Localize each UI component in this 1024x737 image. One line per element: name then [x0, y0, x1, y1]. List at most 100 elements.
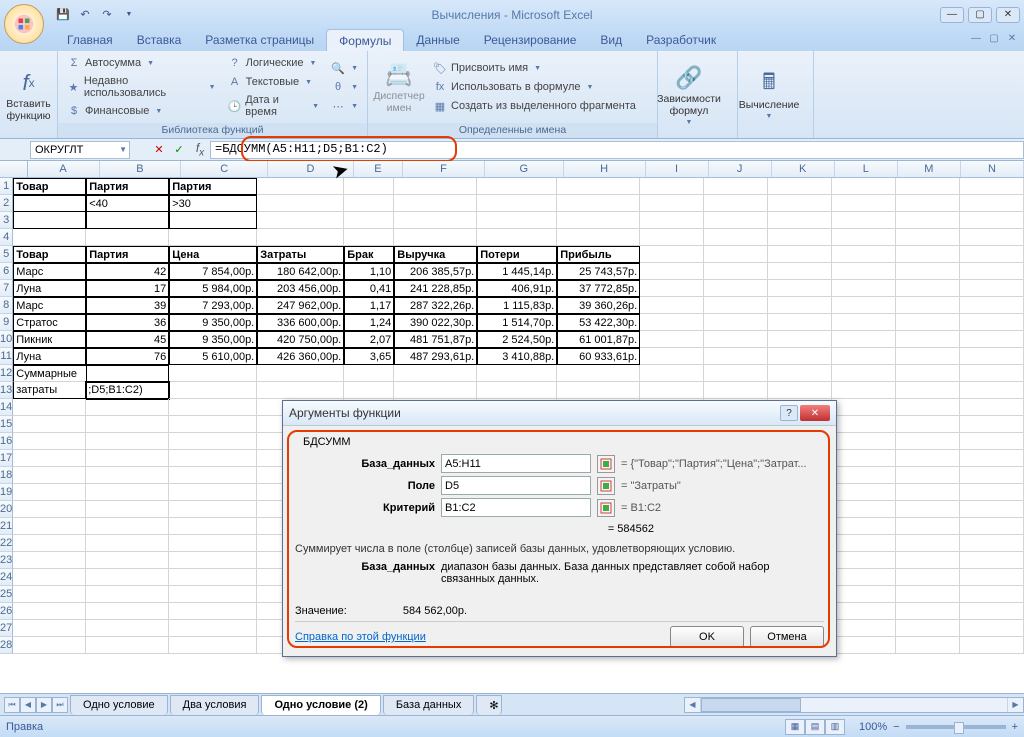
range-picker-icon[interactable] — [597, 477, 615, 495]
cell[interactable]: 420 750,00р. — [257, 331, 344, 348]
cell[interactable] — [257, 229, 344, 246]
cell[interactable] — [557, 365, 640, 382]
cell[interactable] — [169, 467, 257, 484]
column-header[interactable]: I — [646, 161, 709, 177]
cell[interactable] — [640, 365, 704, 382]
cell[interactable] — [557, 229, 640, 246]
cell[interactable] — [557, 212, 640, 229]
column-header[interactable]: F — [403, 161, 485, 177]
cell[interactable] — [557, 178, 640, 195]
cell[interactable] — [960, 195, 1024, 212]
cell[interactable] — [896, 637, 960, 654]
cell[interactable] — [169, 603, 257, 620]
more-functions-button[interactable]: ⋯▼ — [327, 97, 362, 115]
cell[interactable] — [86, 212, 169, 229]
cell[interactable] — [960, 467, 1024, 484]
cell[interactable] — [960, 263, 1024, 280]
undo-icon[interactable]: ↶ — [77, 7, 93, 23]
ribbon-tab-вид[interactable]: Вид — [588, 29, 634, 51]
sheet-tab[interactable]: Одно условие — [70, 695, 168, 715]
cell[interactable] — [477, 195, 557, 212]
cell[interactable]: 426 360,00р. — [257, 348, 344, 365]
cell[interactable] — [640, 382, 704, 399]
insert-function-fx-button[interactable]: fx — [190, 141, 210, 159]
cell[interactable] — [960, 382, 1024, 399]
dialog-help-button[interactable]: ? — [780, 405, 798, 421]
cell[interactable] — [344, 365, 394, 382]
cell[interactable]: 1 514,70р. — [477, 314, 557, 331]
column-header[interactable]: D — [268, 161, 354, 177]
cell[interactable]: 45 — [86, 331, 169, 348]
sheet-tab[interactable]: Два условия — [170, 695, 260, 715]
cell[interactable] — [960, 416, 1024, 433]
cell[interactable] — [86, 535, 169, 552]
cell[interactable] — [704, 178, 768, 195]
save-icon[interactable]: 💾 — [55, 7, 71, 23]
cell[interactable]: 481 751,87р. — [394, 331, 477, 348]
cell[interactable] — [960, 433, 1024, 450]
cell[interactable] — [960, 484, 1024, 501]
cell[interactable] — [169, 365, 257, 382]
cell[interactable] — [960, 331, 1024, 348]
cell[interactable] — [169, 433, 257, 450]
cell[interactable] — [704, 348, 768, 365]
cell[interactable]: Товар — [13, 178, 86, 195]
normal-view-button[interactable]: ▦ — [785, 719, 805, 735]
cell[interactable] — [477, 365, 557, 382]
cell[interactable]: 9 350,00р. — [169, 331, 257, 348]
cell[interactable]: 247 962,00р. — [257, 297, 344, 314]
cell[interactable] — [768, 280, 832, 297]
logical-button[interactable]: ?Логические▼ — [224, 54, 323, 72]
redo-icon[interactable]: ↷ — [99, 7, 115, 23]
cell[interactable]: 287 322,26р. — [394, 297, 477, 314]
cell[interactable] — [896, 586, 960, 603]
cell[interactable]: 5 610,00р. — [169, 348, 257, 365]
cell[interactable] — [13, 637, 86, 654]
row-header[interactable]: 22 — [0, 535, 13, 552]
cell[interactable] — [704, 263, 768, 280]
ribbon-tab-вставка[interactable]: Вставка — [125, 29, 194, 51]
page-break-view-button[interactable]: ▥ — [825, 719, 845, 735]
minimize-button[interactable]: — — [940, 7, 964, 23]
cell[interactable] — [896, 195, 960, 212]
row-header[interactable]: 13 — [0, 382, 13, 399]
dialog-title-bar[interactable]: Аргументы функции ? ✕ — [283, 401, 836, 426]
cell[interactable] — [394, 212, 477, 229]
cell[interactable]: 180 642,00р. — [257, 263, 344, 280]
cell[interactable] — [832, 569, 896, 586]
cell[interactable] — [832, 263, 896, 280]
column-header[interactable]: C — [181, 161, 268, 177]
cell[interactable] — [960, 569, 1024, 586]
cell[interactable] — [169, 229, 257, 246]
cell[interactable]: Партия — [86, 178, 169, 195]
cell[interactable]: 241 228,85р. — [394, 280, 477, 297]
cell[interactable] — [896, 552, 960, 569]
column-header[interactable]: K — [772, 161, 835, 177]
cell[interactable] — [640, 263, 704, 280]
sheet-nav-first[interactable]: ⏮ — [4, 697, 20, 713]
cell[interactable] — [13, 586, 86, 603]
ribbon-tab-разработчик[interactable]: Разработчик — [634, 29, 728, 51]
cell[interactable] — [832, 433, 896, 450]
cell[interactable] — [344, 382, 394, 399]
cell[interactable] — [960, 603, 1024, 620]
cell[interactable] — [169, 450, 257, 467]
row-header[interactable]: 15 — [0, 416, 13, 433]
cell[interactable] — [169, 416, 257, 433]
cell[interactable] — [86, 501, 169, 518]
cell[interactable] — [832, 195, 896, 212]
column-header[interactable]: H — [564, 161, 646, 177]
cell[interactable] — [960, 229, 1024, 246]
cell[interactable] — [257, 195, 344, 212]
select-all-corner[interactable] — [0, 161, 28, 177]
row-header[interactable]: 16 — [0, 433, 13, 450]
cell[interactable]: 61 001,87р. — [557, 331, 640, 348]
maximize-button[interactable]: ▢ — [968, 7, 992, 23]
dialog-arg-input[interactable] — [441, 454, 591, 473]
cell[interactable] — [832, 212, 896, 229]
cell[interactable] — [960, 552, 1024, 569]
row-header[interactable]: 20 — [0, 501, 13, 518]
cell[interactable] — [13, 603, 86, 620]
cell[interactable] — [960, 314, 1024, 331]
cell[interactable] — [768, 246, 832, 263]
